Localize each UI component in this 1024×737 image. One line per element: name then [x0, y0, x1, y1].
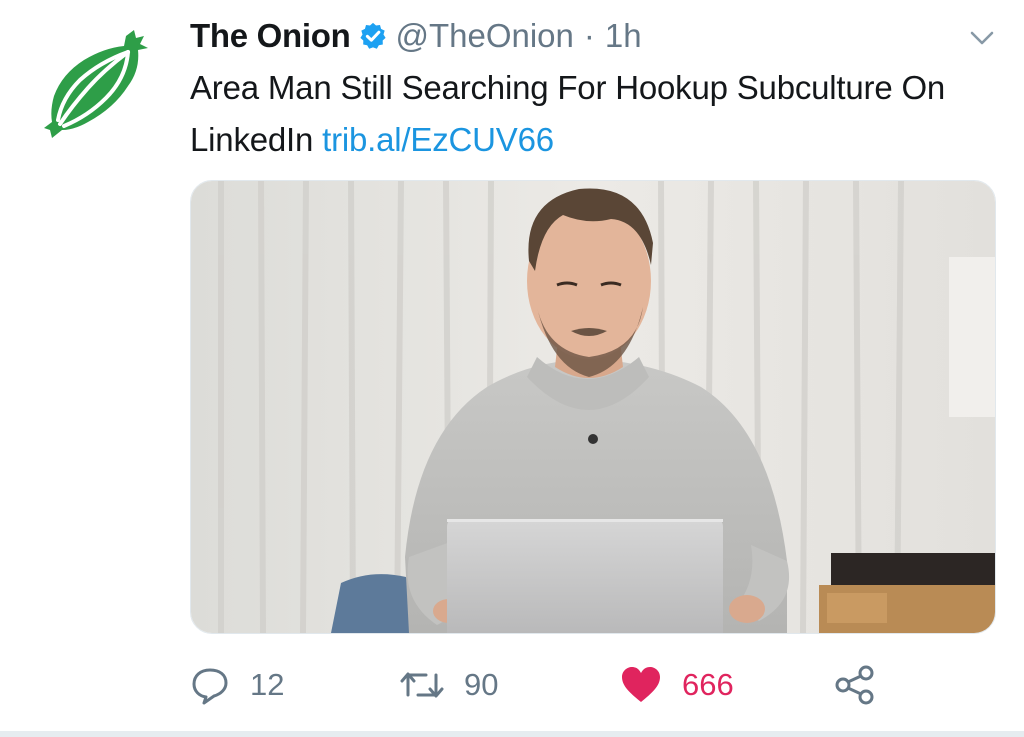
share-icon [835, 665, 874, 705]
heart-icon [622, 667, 660, 702]
bottom-divider [0, 731, 1024, 737]
media-photo [191, 181, 995, 633]
tweet-actions: 12 90 666 [190, 660, 950, 710]
share-button[interactable] [834, 660, 876, 710]
reply-button[interactable]: 12 [190, 660, 284, 710]
reply-count: 12 [250, 667, 285, 702]
author-handle[interactable]: @TheOnion [395, 17, 573, 55]
tweet-media-image[interactable] [190, 180, 996, 634]
verified-badge-icon [360, 22, 387, 49]
chevron-down-icon[interactable] [966, 24, 998, 52]
tweet-header: The Onion @TheOnion · 1h [190, 14, 642, 58]
retweet-count: 90 [464, 667, 499, 702]
retweet-icon [400, 672, 444, 698]
like-count: 666 [682, 667, 734, 702]
tweet-text: Area Man Still Searching For Hookup Subc… [190, 62, 970, 166]
tweet-link[interactable]: trib.al/EzCUV66 [322, 121, 554, 158]
header-separator: · [583, 17, 595, 54]
onion-logo-avatar[interactable] [44, 30, 150, 140]
tweet-timestamp[interactable]: 1h [605, 17, 642, 55]
like-button[interactable]: 666 [620, 660, 734, 710]
reply-icon [192, 668, 228, 705]
author-name[interactable]: The Onion [190, 17, 351, 55]
tweet-body: Area Man Still Searching For Hookup Subc… [190, 69, 946, 158]
retweet-button[interactable]: 90 [400, 660, 498, 710]
